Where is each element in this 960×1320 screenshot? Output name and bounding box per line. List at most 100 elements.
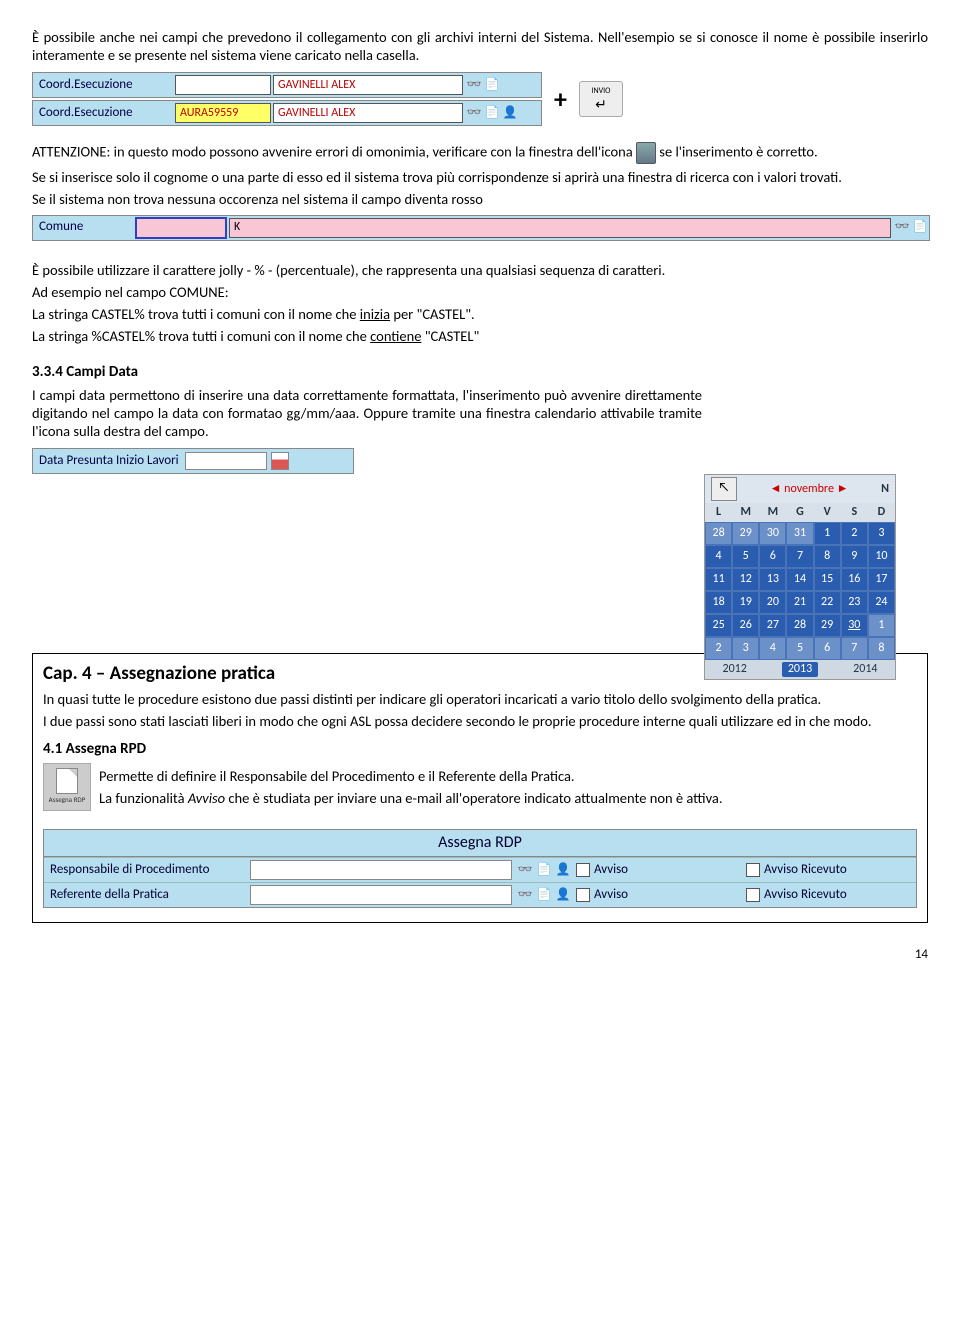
coord-name-1[interactable]: GAVINELLI ALEX	[273, 75, 463, 95]
page-number: 14	[32, 947, 928, 963]
cal-day[interactable]: 3	[732, 637, 759, 660]
date-input[interactable]	[185, 452, 267, 470]
cal-day[interactable]: 10	[868, 545, 895, 568]
cal-day[interactable]: 5	[786, 637, 813, 660]
binoculars-icon[interactable]: 👓	[517, 862, 533, 878]
new-page-icon[interactable]: 📄	[536, 887, 552, 903]
coord-code-2[interactable]: AURA59559	[175, 103, 271, 123]
new-page-icon[interactable]: 📄	[484, 77, 500, 93]
sec41-p2: La funzionalità Avviso che è studiata pe…	[99, 789, 917, 807]
cal-day[interactable]: 4	[759, 637, 786, 660]
attenzione-p3: Se il sistema non trova nessuna occorenz…	[32, 190, 928, 208]
cal-day[interactable]: 19	[732, 591, 759, 614]
cap4-p2: I due passi sono stati lasciati liberi i…	[43, 712, 917, 730]
cal-day[interactable]: 17	[868, 568, 895, 591]
cal-day[interactable]: 28	[786, 614, 813, 637]
coord-label-1: Coord.Esecuzione	[33, 77, 175, 93]
comune-value[interactable]: K	[229, 218, 891, 238]
cal-day[interactable]: 27	[759, 614, 786, 637]
cal-day[interactable]: 9	[841, 545, 868, 568]
avviso-ricevuto-checkbox[interactable]	[746, 888, 760, 902]
cal-day[interactable]: 2	[841, 522, 868, 545]
cal-day[interactable]: 1	[814, 522, 841, 545]
binoculars-icon[interactable]: 👓	[894, 220, 910, 236]
assegna-row: Responsabile di Procedimento👓📄👤AvvisoAvv…	[44, 857, 916, 882]
cal-day[interactable]: 3	[868, 522, 895, 545]
cal-day[interactable]: 31	[786, 522, 813, 545]
cal-day[interactable]: 14	[786, 568, 813, 591]
cal-year-selected[interactable]: 2013	[782, 662, 818, 677]
sec41-p1: Permette di definire il Responsabile del…	[99, 767, 917, 785]
cal-day[interactable]: 23	[841, 591, 868, 614]
coord-row-2: Coord.Esecuzione AURA59559 GAVINELLI ALE…	[32, 100, 542, 126]
person-info-icon-inline	[636, 142, 656, 164]
person-info-icon[interactable]: 👤	[502, 105, 518, 121]
cal-day[interactable]: 30	[759, 522, 786, 545]
cal-day[interactable]: 29	[732, 522, 759, 545]
cal-year[interactable]: 2012	[723, 662, 747, 677]
comune-code[interactable]	[135, 217, 227, 239]
avviso-ricevuto-label: Avviso Ricevuto	[764, 862, 847, 878]
avviso-checkbox[interactable]	[576, 863, 590, 877]
new-page-icon[interactable]: 📄	[536, 862, 552, 878]
coord-label-2: Coord.Esecuzione	[33, 105, 175, 121]
cal-day[interactable]: 6	[759, 545, 786, 568]
assegna-input[interactable]	[250, 860, 512, 880]
cal-day[interactable]: 11	[705, 568, 732, 591]
assegna-row-label: Referente della Pratica	[44, 887, 250, 903]
person-info-icon[interactable]: 👤	[555, 887, 571, 903]
assegna-rdp-panel: Assegna RDP Responsabile di Procedimento…	[43, 829, 917, 908]
assegna-rdp-icon[interactable]: Assegna RDP	[43, 763, 91, 811]
avviso-ricevuto-checkbox[interactable]	[746, 863, 760, 877]
cal-day[interactable]: 18	[705, 591, 732, 614]
jolly-underline-contiene: contiene	[370, 327, 421, 345]
sec41-title: 4.1 Assegna RPD	[43, 740, 917, 759]
cal-day[interactable]: 25	[705, 614, 732, 637]
cal-day[interactable]: 7	[841, 637, 868, 660]
cal-day[interactable]: 8	[814, 545, 841, 568]
cal-day[interactable]: 1	[868, 614, 895, 637]
avviso-checkbox[interactable]	[576, 888, 590, 902]
binoculars-icon[interactable]: 👓	[466, 105, 482, 121]
cal-day[interactable]: 21	[786, 591, 813, 614]
calendar-popup[interactable]: ◄ novembre ►NLMMGVSD28293031123456789101…	[704, 474, 896, 680]
cal-day[interactable]: 12	[732, 568, 759, 591]
cal-day[interactable]: 30	[841, 614, 868, 637]
cal-day-header: M	[732, 503, 759, 522]
cal-day[interactable]: 4	[705, 545, 732, 568]
cal-day[interactable]: 28	[705, 522, 732, 545]
jolly-p4: La stringa %CASTEL% trova tutti i comuni…	[32, 327, 928, 345]
cal-day[interactable]: 2	[705, 637, 732, 660]
calendar-icon[interactable]	[271, 452, 289, 470]
new-page-icon[interactable]: 📄	[912, 220, 928, 236]
coord-name-2[interactable]: GAVINELLI ALEX	[273, 103, 463, 123]
cal-day-header: M	[759, 503, 786, 522]
cal-day-header: L	[705, 503, 732, 522]
cal-year[interactable]: 2014	[853, 662, 877, 677]
date-label: Data Presunta Inizio Lavori	[33, 453, 185, 469]
cal-day[interactable]: 5	[732, 545, 759, 568]
cal-day[interactable]: 22	[814, 591, 841, 614]
cal-day[interactable]: 29	[814, 614, 841, 637]
cal-day[interactable]: 15	[814, 568, 841, 591]
cal-day[interactable]: 13	[759, 568, 786, 591]
cal-day[interactable]: 20	[759, 591, 786, 614]
binoculars-icon[interactable]: 👓	[466, 77, 482, 93]
cal-day-header: D	[868, 503, 895, 522]
person-info-icon[interactable]: 👤	[555, 862, 571, 878]
cal-day[interactable]: 6	[814, 637, 841, 660]
comune-row: Comune K 👓 📄	[32, 215, 930, 241]
cal-day[interactable]: 8	[868, 637, 895, 660]
sec-334-title: 3.3.4 Campi Data	[32, 363, 702, 382]
binoculars-icon[interactable]: 👓	[517, 887, 533, 903]
cal-day-header: V	[814, 503, 841, 522]
cal-day[interactable]: 16	[841, 568, 868, 591]
assegna-row: Referente della Pratica👓📄👤AvvisoAvviso R…	[44, 882, 916, 907]
new-page-icon[interactable]: 📄	[484, 105, 500, 121]
cal-day[interactable]: 7	[786, 545, 813, 568]
coord-code-1[interactable]	[175, 75, 271, 95]
cal-day[interactable]: 26	[732, 614, 759, 637]
avviso-label: Avviso	[594, 887, 628, 903]
cal-day[interactable]: 24	[868, 591, 895, 614]
assegna-input[interactable]	[250, 885, 512, 905]
